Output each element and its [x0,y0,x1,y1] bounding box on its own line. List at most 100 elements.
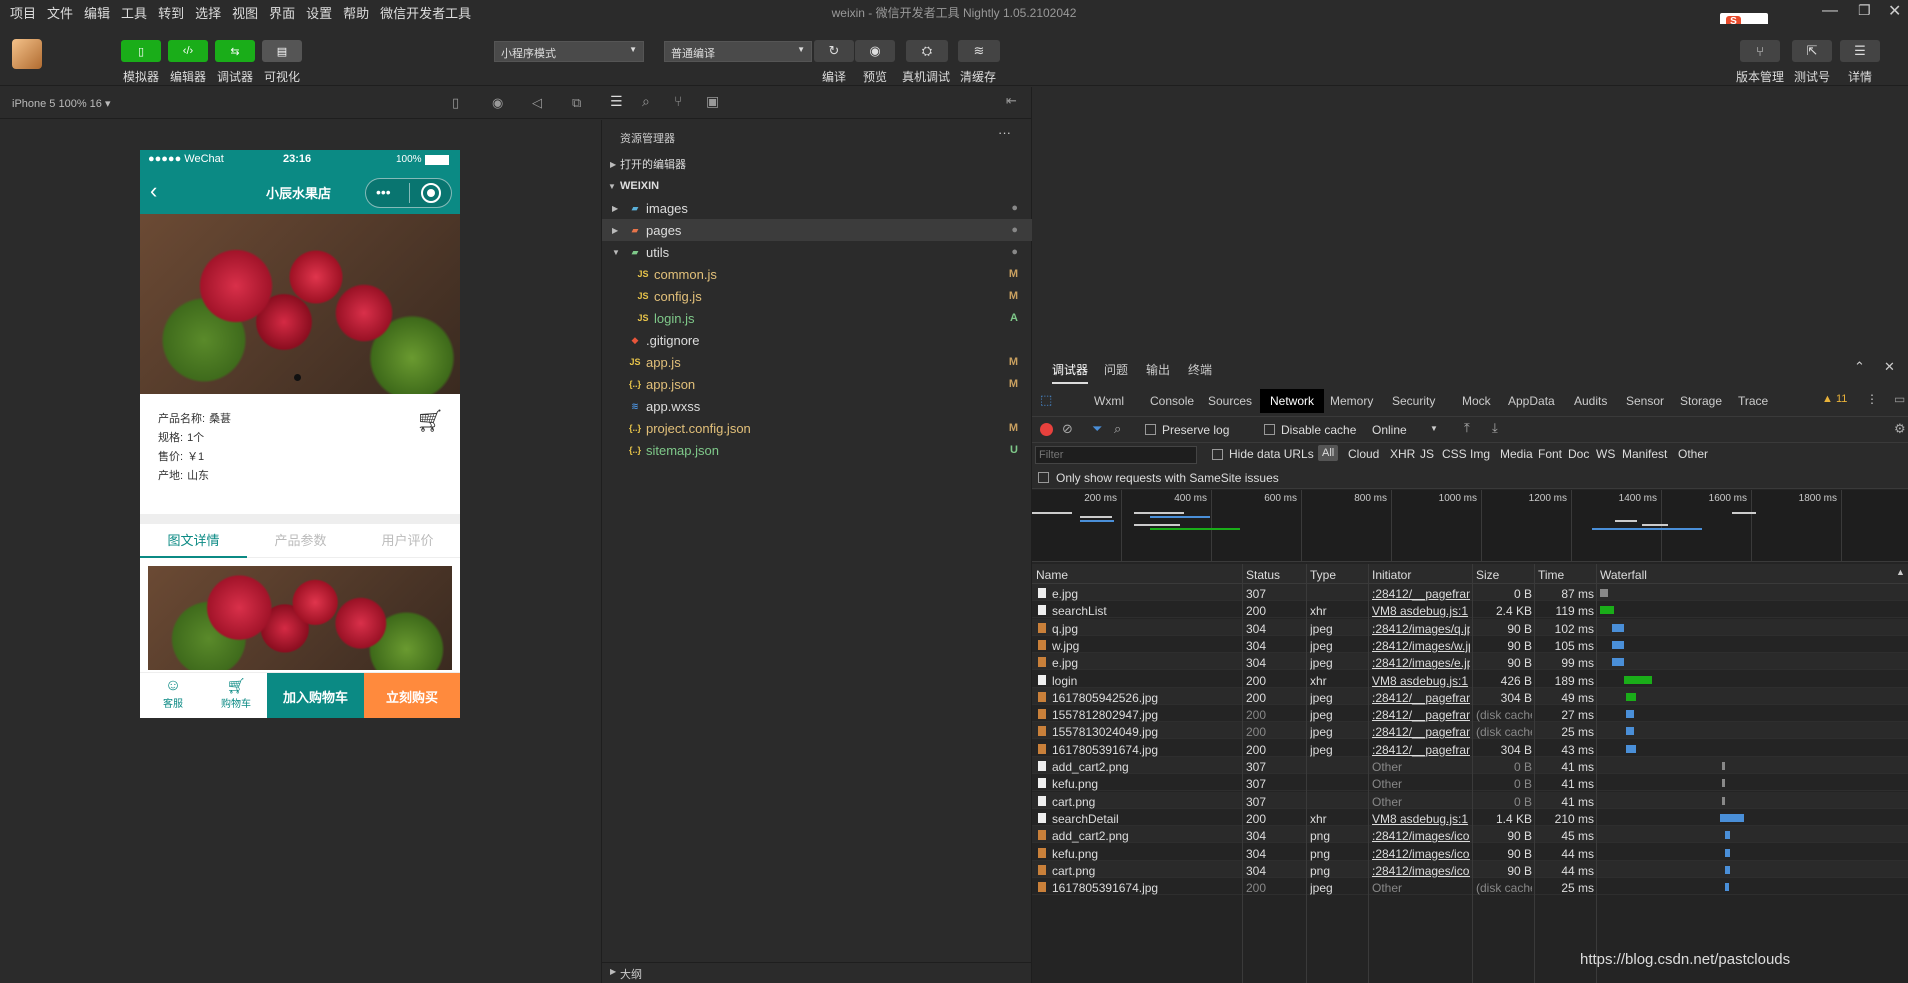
panel-tab-audits[interactable]: Audits [1564,389,1617,413]
network-overview-timeline[interactable]: 200 ms 400 ms 600 ms 800 ms 1000 ms 1200 ms 14… [1032,490,1908,562]
phone-button[interactable]: ▯ [121,40,161,62]
network-row[interactable]: e.jpg 307:28412/__pageframe... 0 B 87 ms [1032,584,1908,601]
network-row[interactable]: 1617805391674.jpg 200 jpeg:28412/__pagefra… [1032,739,1908,757]
filter-type[interactable]: Media [1500,447,1533,461]
more-dots-icon[interactable]: ••• [376,184,391,200]
network-row[interactable]: 1557812802947.jpg 200 jpeg:28412/__pagefra… [1032,705,1908,723]
network-row[interactable]: e.jpg 304 jpeg:28412/images/e.jpg 90 B 99 ms [1032,653,1908,671]
column-header[interactable]: Time [1538,568,1564,582]
menu-button[interactable]: ☰ [1840,40,1880,62]
column-header[interactable]: Status [1246,568,1280,582]
filter-type[interactable]: Cloud [1348,447,1379,461]
file-sitemap-json[interactable]: {..} sitemap.json U [602,439,1032,461]
panel-tab-sensor[interactable]: Sensor [1616,389,1674,413]
filter-type[interactable]: Img [1470,447,1490,461]
devtools-top-tab[interactable]: 问题 [1104,361,1128,378]
cart-button[interactable]: 🛒︎ 购物车 [216,677,256,710]
file-app-json[interactable]: {..} app.json M [602,373,1032,395]
panel-tab-storage[interactable]: Storage [1670,389,1732,413]
network-row[interactable]: w.jpg 304 jpeg:28412/images/w.jpg 90 B 105 m… [1032,635,1908,653]
network-settings-icon[interactable]: ⚙ [1894,421,1906,437]
maximize-icon[interactable]: ❐ [1858,2,1871,19]
code-button[interactable]: ‹/› [168,40,208,62]
file-pages[interactable]: ▶ ▰ pages ● [602,219,1032,241]
request-initiator[interactable]: :28412/images/e.jpg [1372,656,1470,670]
filter-all[interactable]: All [1318,445,1339,461]
file-utils[interactable]: ▼ ▰ utils ● [602,241,1032,263]
request-initiator[interactable]: :28412/__pageframe... [1372,691,1470,705]
disable-cache-checkbox[interactable] [1264,424,1275,435]
back-icon[interactable]: ‹ [150,178,157,204]
file-common-js[interactable]: JS common.js M [602,263,1032,285]
column-header[interactable]: Type [1310,568,1336,582]
visual-button[interactable]: ▤ [262,40,302,62]
panel-tab-memory[interactable]: Memory [1320,389,1383,413]
request-initiator[interactable]: VM8 asdebug.js:1 [1372,604,1470,618]
request-initiator[interactable]: :28412/images/w.jpg [1372,639,1470,653]
buy-now-button[interactable]: 立刻购买 [364,673,460,718]
request-initiator[interactable]: VM8 asdebug.js:1 [1372,812,1470,826]
split-icon[interactable]: ⇤ [1006,93,1017,109]
popout-icon[interactable]: ⧉ [572,95,581,111]
network-row[interactable]: 1617805942526.jpg 200 jpeg:28412/__pagefra… [1032,687,1908,705]
import-icon[interactable]: ⤒ [1464,420,1470,436]
filter-type[interactable]: CSS [1442,447,1467,461]
device-icon[interactable]: ▯ [452,95,459,111]
add-cart-icon[interactable]: 🛒︎ [416,408,444,434]
panel-tab-mock[interactable]: Mock [1452,389,1501,413]
network-row[interactable]: cart.png 307 Other 0 B 41 ms [1032,791,1908,809]
request-initiator[interactable]: :28412/__pageframe... [1372,708,1470,722]
file-project-config-json[interactable]: {..} project.config.json M [602,417,1032,439]
kefu-button[interactable]: ☺ 客服 [156,677,190,710]
column-header[interactable]: Initiator [1372,568,1411,582]
extensions-icon[interactable]: ▣ [706,93,719,110]
minimize-icon[interactable]: — [1822,2,1838,20]
filter-type[interactable]: Other [1678,447,1708,461]
devtools-close-icon[interactable]: ✕ [1884,359,1895,375]
network-row[interactable]: add_cart2.png 307 Other 0 B 41 ms [1032,757,1908,774]
filter-type[interactable]: Doc [1568,447,1589,461]
export-icon[interactable]: ⤓ [1492,420,1498,436]
request-initiator[interactable]: VM8 asdebug.js:1 [1372,674,1470,688]
request-initiator[interactable]: :28412/__pageframe... [1372,587,1470,601]
network-row[interactable]: login 200 xhr VM8 asdebug.js:1 426 B 189 ms [1032,670,1908,688]
collapse-icon[interactable]: ⌃ [1854,359,1865,375]
request-initiator[interactable]: :28412/images/icon... [1372,847,1470,861]
column-header[interactable]: Name [1036,568,1068,582]
network-row[interactable]: q.jpg 304 jpeg:28412/images/q.jpg 90 B 102 m… [1032,618,1908,636]
panel-tab-wxml[interactable]: Wxml [1084,389,1134,413]
files-icon[interactable]: ☰ [610,93,623,110]
product-banner-image[interactable] [140,214,460,394]
close-capsule-icon[interactable] [427,189,435,197]
layers-button[interactable]: ≋ [958,40,1000,62]
inspect-icon[interactable]: ⬚ [1040,392,1052,408]
filter-icon[interactable]: ⏷ [1092,421,1102,437]
network-row[interactable]: cart.png 304 png:28412/images/icon... 90 B 4… [1032,860,1908,878]
request-initiator[interactable]: :28412/__pageframe... [1372,743,1470,757]
git-branch-icon[interactable]: ⑂ [674,93,682,109]
hide-data-urls-checkbox[interactable] [1212,449,1223,460]
record-button[interactable] [1040,423,1053,436]
filter-type[interactable]: Manifest [1622,447,1667,461]
compile-select[interactable]: 普通编译 ▼ [664,41,812,62]
branch-button[interactable]: ⑂ [1740,40,1780,62]
bug-button[interactable]: ⛭ [906,40,948,62]
filter-input[interactable] [1035,446,1197,464]
detail-tab[interactable]: 图文详情 [140,524,247,558]
devtools-top-tab[interactable]: 输出 [1146,361,1170,378]
filter-type[interactable]: WS [1596,447,1615,461]
search-network-icon[interactable]: ⌕ [1114,421,1121,437]
detail-tab[interactable]: 产品参数 [247,524,354,558]
external-button[interactable]: ⇱ [1792,40,1832,62]
filter-type[interactable]: JS [1420,447,1434,461]
detail-tab[interactable]: 用户评价 [354,524,460,558]
request-initiator[interactable]: :28412/images/q.jpg [1372,622,1470,636]
debug-button[interactable]: ⇆ [215,40,255,62]
avatar[interactable] [12,39,42,69]
close-icon[interactable]: ✕ [1888,1,1901,21]
outline-section[interactable]: ▶ 大纲 [602,962,1032,983]
panel-tab-network[interactable]: Network [1260,389,1325,413]
request-initiator[interactable]: :28412/images/icon... [1372,829,1470,843]
devtools-top-tab[interactable]: 终端 [1188,361,1212,378]
request-initiator[interactable]: :28412/__pageframe... [1372,725,1470,739]
